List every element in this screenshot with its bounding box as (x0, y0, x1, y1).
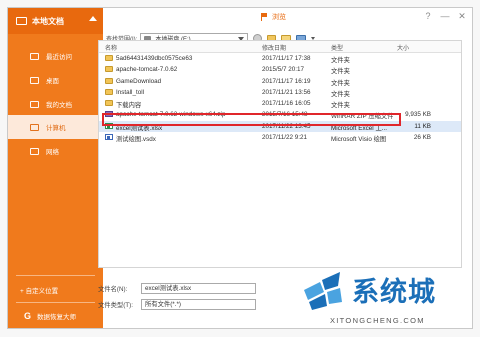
file-type: 文件夹 (331, 79, 350, 87)
sidebar-item-desktop[interactable]: 桌面 (8, 68, 103, 92)
folder-icon (105, 100, 113, 107)
dialog-title: 浏览 (261, 12, 286, 22)
file-type: Microsoft Visio 绘图 (331, 136, 387, 144)
sidebar-item-network[interactable]: 网络 (8, 139, 103, 163)
file-date: 2017/11/22 9:21 (262, 134, 308, 142)
list-rows: 5ad6443143​9dbc0575ce63 2017/11/17 17:38 文… (99, 53, 461, 143)
data-recovery-button[interactable]: G 数据恢复大师 (8, 305, 103, 327)
sidebar-item-computer[interactable]: 计算机 (8, 115, 103, 139)
sidebar-title: 本地文档 (32, 16, 64, 26)
sidebar-item-label: 计算机 (46, 125, 66, 132)
file-type: 文件夹 (331, 68, 350, 76)
folder-icon (105, 55, 113, 61)
sidebar-header[interactable]: 本地文档 (8, 8, 103, 34)
sidebar-item-label: 桌面 (46, 78, 59, 85)
file-name: 5ad6443143​9dbc0575ce63 (116, 55, 193, 62)
file-name: GameDownload (116, 77, 162, 85)
folder-icon (105, 77, 113, 84)
file-type: 文件夹 (331, 102, 350, 110)
sidebar: 本地文档 最近访问 桌面 我的文档 计算机 网络 + 自定义位置 G 数据恢复大… (8, 8, 103, 328)
watermark-text: 系统城 (352, 277, 436, 308)
file-name: Install_toll (116, 88, 145, 96)
monitor-icon (16, 17, 27, 25)
dialog-title-text: 浏览 (272, 14, 286, 21)
filename-label: 文件名(N): (98, 285, 128, 293)
chevron-up-icon[interactable] (89, 16, 97, 21)
file-date: 2017/11/16 16:05 (262, 100, 311, 108)
file-row[interactable]: Install_toll 2017/11/21 13:56 文件夹 (99, 87, 461, 98)
filetype-select[interactable]: 所有文件(*.*) (141, 298, 256, 310)
file-size: 11 KB (414, 122, 431, 130)
add-location-button[interactable]: + 自定义位置 (8, 279, 103, 301)
recent-icon (30, 52, 39, 60)
list-header: 名称 修改日期 类型 大小 (99, 41, 461, 53)
help-button[interactable]: ? (422, 11, 434, 22)
desktop-icon (30, 76, 39, 84)
watermark-url: XITONGCHENG.COM (330, 316, 425, 325)
watermark: 系统城 XITONGCHENG.COM (300, 266, 480, 337)
data-recovery-label: 数据恢复大师 (37, 314, 77, 321)
close-button[interactable]: ✕ (456, 11, 468, 22)
logo-icon (304, 272, 342, 310)
file-row[interactable]: 5ad6443143​9dbc0575ce63 2017/11/17 17:38 文… (99, 53, 461, 64)
sidebar-item-label: 网络 (46, 149, 59, 156)
file-row[interactable]: 下载内容 2017/11/16 16:05 文件夹 (99, 98, 461, 109)
filename-input[interactable]: excel测试表.xlsx (141, 282, 256, 294)
visio-file-icon (105, 134, 113, 141)
file-name: 测试绘图.vsdx (116, 136, 156, 144)
recovery-icon: G (24, 311, 32, 321)
file-date: 2017/11/21 13:56 (262, 88, 311, 96)
selection-highlight-box (102, 113, 401, 126)
title-bar: 浏览 ? — ✕ (103, 8, 472, 30)
folder-icon (105, 66, 113, 73)
add-location-label: + 自定义位置 (20, 288, 59, 295)
column-header-type[interactable]: 类型 (331, 43, 343, 52)
sidebar-divider (16, 302, 95, 303)
folder-icon (105, 88, 113, 95)
flag-icon (261, 13, 268, 21)
file-date: 2015/5/7 20:17 (262, 66, 305, 74)
file-type: 文件夹 (331, 57, 350, 64)
file-size: 9,935 KB (405, 111, 431, 119)
file-row[interactable]: 测试绘图.vsdx 2017/11/22 9:21 Microsoft Visio … (99, 132, 461, 143)
filetype-label: 文件类型(T): (98, 301, 133, 309)
minimize-button[interactable]: — (439, 11, 451, 22)
file-name: apache-tomcat-7.0.62 (116, 66, 178, 74)
sidebar-item-documents[interactable]: 我的文档 (8, 92, 103, 116)
file-size: 26 KB (413, 134, 431, 142)
column-header-date[interactable]: 修改日期 (262, 43, 286, 52)
file-type: 文件夹 (331, 90, 350, 98)
documents-icon (30, 100, 39, 108)
sidebar-item-label: 我的文档 (46, 102, 72, 109)
file-row[interactable]: apache-tomcat-7.0.62 2015/5/7 20:17 文件夹 (99, 64, 461, 75)
file-list: 名称 修改日期 类型 大小 5ad6443143​9dbc0575ce63 201… (98, 40, 462, 268)
computer-icon (30, 123, 39, 131)
sidebar-item-recent[interactable]: 最近访问 (8, 44, 103, 68)
column-header-size[interactable]: 大小 (397, 43, 409, 52)
network-icon (30, 147, 39, 155)
file-date: 2017/11/17 17:38 (262, 55, 311, 62)
column-header-name[interactable]: 名称 (105, 43, 117, 52)
file-date: 2017/11/17 16:19 (262, 77, 311, 85)
sidebar-divider (16, 275, 95, 276)
sidebar-item-label: 最近访问 (46, 54, 72, 61)
file-name: 下载内容 (116, 102, 142, 110)
file-row[interactable]: GameDownload 2017/11/17 16:19 文件夹 (99, 76, 461, 87)
window-buttons: ? — ✕ (422, 11, 468, 22)
